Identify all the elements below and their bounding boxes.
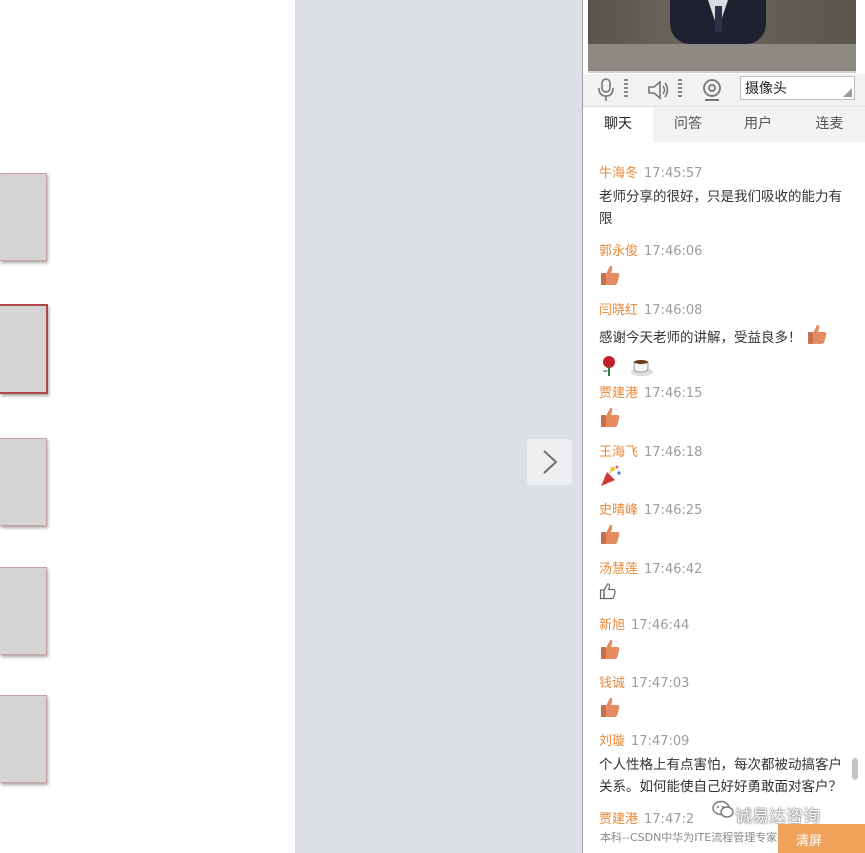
- speaker-icon[interactable]: [647, 78, 671, 102]
- webcam-icon[interactable]: [701, 78, 723, 102]
- tab-users[interactable]: 用户: [723, 107, 793, 142]
- tab-chat[interactable]: 聊天: [583, 107, 653, 142]
- chat-scrollbar[interactable]: [851, 156, 859, 853]
- chat-message: 新旭 17:46:44: [599, 617, 849, 664]
- chat-message: 闫晓红 17:46:08 感谢今天老师的讲解，受益良多！: [599, 302, 849, 381]
- outline-thumbs-up-icon: [599, 582, 617, 604]
- watermark: [712, 800, 734, 828]
- chat-message: 钱诚 17:47:03: [599, 675, 849, 722]
- chat-username[interactable]: 贾建港: [599, 386, 638, 401]
- chat-message: 王海飞 17:46:18: [599, 444, 849, 491]
- chat-text: 老师分享的很好，只是我们吸收的能力有限: [599, 189, 842, 227]
- panel-tabs: 聊天 问答 用户 连麦: [583, 107, 865, 142]
- party-popper-icon: [599, 465, 623, 491]
- chat-username[interactable]: 贾建港: [599, 812, 638, 827]
- speaker-level-meter: [678, 79, 682, 99]
- camera-select[interactable]: 摄像头: [740, 76, 855, 100]
- chat-message: 贾建港 17:46:15: [599, 385, 849, 432]
- chat-timestamp: 17:47:2: [644, 812, 695, 827]
- clear-screen-label: 清屏: [796, 834, 823, 849]
- rose-icon: [599, 355, 619, 381]
- chat-username[interactable]: 新旭: [599, 618, 625, 633]
- chat-text-content: 感谢今天老师的讲解，受益良多！: [599, 330, 802, 346]
- chat-message: 汤慧莲 17:46:42: [599, 561, 849, 604]
- chat-timestamp: 17:46:25: [644, 503, 703, 518]
- chat-username[interactable]: 牛海冬: [599, 166, 638, 181]
- chat-message: 牛海冬 17:45:57 老师分享的很好，只是我们吸收的能力有限: [599, 165, 849, 230]
- chevron-right-icon: [543, 450, 558, 474]
- chat-timestamp: 17:45:57: [644, 166, 703, 181]
- coffee-icon: [630, 355, 654, 381]
- slide-thumbnail-selected[interactable]: [0, 304, 48, 394]
- chat-timestamp: 17:47:03: [631, 676, 690, 691]
- chat-timestamp: 17:46:42: [644, 562, 703, 577]
- chat-username[interactable]: 郭永俊: [599, 244, 638, 259]
- chat-message: 郭永俊 17:46:06: [599, 243, 849, 290]
- chat-username[interactable]: 史晴峰: [599, 503, 638, 518]
- thumbs-up-icon: [806, 323, 828, 352]
- chat-timestamp: 17:46:06: [644, 244, 703, 259]
- webcam-video: [588, 0, 856, 73]
- slide-thumbnail-panel: [0, 0, 295, 853]
- thumbs-up-icon: [599, 696, 621, 722]
- chat-username[interactable]: 王海飞: [599, 445, 638, 460]
- thumbs-up-icon: [599, 406, 621, 432]
- chat-username[interactable]: 钱诚: [599, 676, 625, 691]
- slide-thumbnail[interactable]: [0, 173, 47, 261]
- thumbs-up-icon: [599, 264, 621, 290]
- chat-timestamp: 17:46:15: [644, 386, 703, 401]
- microphone-icon[interactable]: [597, 78, 615, 102]
- camera-select-value: 摄像头: [745, 81, 787, 97]
- tab-mic-link[interactable]: 连麦: [793, 107, 865, 142]
- wechat-icon: [712, 800, 734, 818]
- live-side-panel: 摄像头 聊天 问答 用户 连麦 牛海冬 17:45:57 老师分享的很好，只是我们…: [582, 0, 865, 853]
- chat-timestamp: 17:46:08: [644, 303, 703, 318]
- chat-timestamp: 17:46:44: [631, 618, 690, 633]
- chat-username[interactable]: 刘璇: [599, 734, 625, 749]
- slide-thumbnail[interactable]: [0, 438, 47, 526]
- next-slide-button[interactable]: [527, 439, 572, 485]
- dropdown-arrow-icon: [843, 88, 852, 97]
- chat-username[interactable]: 汤慧莲: [599, 562, 638, 577]
- presentation-stage: [295, 0, 582, 853]
- chat-message-list: 牛海冬 17:45:57 老师分享的很好，只是我们吸收的能力有限 郭永俊 17:46…: [583, 142, 865, 853]
- chat-username[interactable]: 闫晓红: [599, 303, 638, 318]
- tab-qa[interactable]: 问答: [653, 107, 723, 142]
- chat-scrollbar-thumb[interactable]: [852, 758, 858, 780]
- chat-timestamp: 17:47:09: [631, 734, 690, 749]
- thumbs-up-icon: [599, 523, 621, 549]
- thumbs-up-icon: [599, 638, 621, 664]
- slide-thumbnail[interactable]: [0, 567, 47, 655]
- mic-level-meter: [624, 79, 628, 99]
- slide-thumbnail[interactable]: [0, 695, 47, 783]
- chat-message: 刘璇 17:47:09 个人性格上有点害怕，每次都被动搞客户关系。如何能使自己好好…: [599, 733, 849, 798]
- clear-screen-button[interactable]: 清屏: [778, 824, 865, 853]
- chat-text: 个人性格上有点害怕，每次都被动搞客户关系。如何能使自己好好勇敢面对客户？: [599, 757, 842, 795]
- chat-timestamp: 17:46:18: [644, 445, 703, 460]
- chat-text: 感谢今天老师的讲解，受益良多！: [599, 323, 849, 352]
- chat-message: 史晴峰 17:46:25: [599, 502, 849, 549]
